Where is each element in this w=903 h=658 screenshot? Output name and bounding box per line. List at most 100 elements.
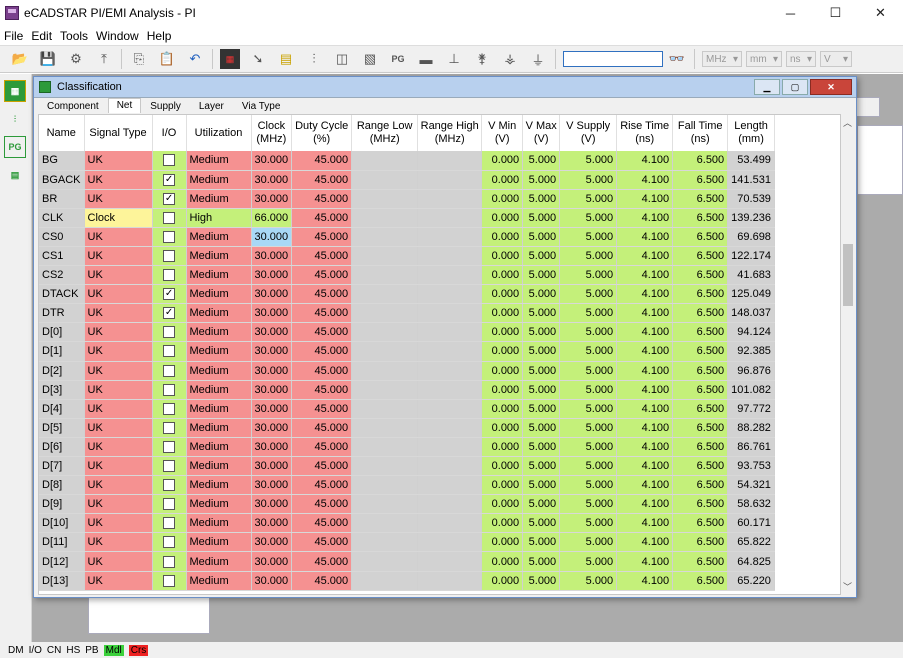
close-button[interactable]: ✕ — [858, 0, 903, 26]
io-checkbox[interactable] — [163, 536, 176, 549]
cell-clock[interactable]: 30.000 — [251, 151, 293, 171]
table-row[interactable]: CS0 UK Medium 30.000 45.000 0.000 5.000 5.000 4.… — [39, 227, 775, 247]
table-row[interactable]: BR UK ✓ Medium 30.000 45.000 0.000 5.000 5.000 4.… — [39, 189, 775, 209]
cell-io[interactable] — [152, 475, 187, 496]
cell-name[interactable]: D[11] — [39, 532, 85, 553]
export-icon[interactable]: ⤒ — [94, 49, 114, 69]
cell-io[interactable]: ✓ — [152, 303, 187, 324]
cell-range-high[interactable] — [417, 513, 483, 534]
dialog-title-bar[interactable]: Classification ▁ ▢ ✕ — [34, 77, 856, 98]
column-header-rise-time[interactable]: Rise Time (ns) — [616, 115, 674, 151]
undo-icon[interactable]: ↶ — [185, 49, 205, 69]
cell-v-min[interactable]: 0.000 — [481, 513, 524, 534]
cell-rise-time[interactable]: 4.100 — [616, 361, 674, 381]
io-checkbox[interactable] — [163, 574, 176, 587]
cell-signal-type[interactable]: UK — [84, 284, 153, 305]
cell-duty-cycle[interactable]: 45.000 — [291, 284, 353, 305]
cell-range-high[interactable] — [417, 208, 483, 228]
vertical-scrollbar[interactable]: ︿ ﹀ — [841, 114, 855, 595]
cell-fall-time[interactable]: 6.500 — [672, 341, 729, 362]
cell-rise-time[interactable]: 4.100 — [616, 494, 674, 515]
cell-name[interactable]: D[12] — [39, 551, 85, 572]
cell-io[interactable] — [152, 571, 187, 591]
chart-icon[interactable]: ⫶ — [4, 108, 26, 130]
grid-icon[interactable]: ▦ — [4, 80, 26, 102]
cell-v-min[interactable]: 0.000 — [481, 265, 524, 286]
cell-clock[interactable]: 30.000 — [251, 571, 293, 591]
cell-v-max[interactable]: 5.000 — [522, 513, 561, 534]
io-checkbox[interactable] — [163, 402, 176, 415]
io-checkbox[interactable] — [163, 230, 176, 243]
cell-duty-cycle[interactable]: 45.000 — [291, 189, 353, 209]
cell-range-high[interactable] — [417, 532, 483, 553]
unit-time-select[interactable]: ns ▾ — [786, 51, 816, 67]
cell-v-max[interactable]: 5.000 — [522, 208, 561, 228]
cell-v-max[interactable]: 5.000 — [522, 265, 561, 286]
cell-v-supply[interactable]: 5.000 — [559, 494, 618, 515]
table-row[interactable]: D[11] UK Medium 30.000 45.000 0.000 5.000 5.000… — [39, 532, 775, 553]
cell-io[interactable] — [152, 380, 187, 400]
resistor-icon[interactable]: ⚶ — [500, 49, 520, 69]
table-row[interactable]: BG UK Medium 30.000 45.000 0.000 5.000 5.000 4.1… — [39, 151, 775, 171]
cell-utilization[interactable]: Medium — [186, 265, 252, 286]
cell-range-high[interactable] — [417, 303, 483, 324]
cell-clock[interactable]: 30.000 — [251, 284, 293, 305]
cell-fall-time[interactable]: 6.500 — [672, 322, 729, 343]
io-checkbox[interactable]: ✓ — [163, 307, 176, 320]
cell-io[interactable] — [152, 513, 187, 534]
cell-v-min[interactable]: 0.000 — [481, 361, 524, 381]
cell-length[interactable]: 141.531 — [727, 170, 775, 190]
cell-range-high[interactable] — [417, 418, 483, 438]
cell-utilization[interactable]: Medium — [186, 361, 252, 381]
table-row[interactable]: D[5] UK Medium 30.000 45.000 0.000 5.000 5.000 4… — [39, 418, 775, 438]
column-header-fall-time[interactable]: Fall Time (ns) — [672, 115, 729, 151]
save-icon[interactable]: 💾 — [38, 49, 58, 69]
cell-rise-time[interactable]: 4.100 — [616, 246, 674, 267]
cell-clock[interactable]: 30.000 — [251, 399, 293, 419]
cell-io[interactable] — [152, 151, 187, 171]
cell-v-supply[interactable]: 5.000 — [559, 322, 618, 343]
cell-fall-time[interactable]: 6.500 — [672, 532, 729, 553]
cell-v-min[interactable]: 0.000 — [481, 341, 524, 362]
table-row[interactable]: D[0] UK Medium 30.000 45.000 0.000 5.000 5.000 4… — [39, 322, 775, 343]
cell-utilization[interactable]: Medium — [186, 189, 252, 209]
search-input[interactable] — [563, 51, 663, 67]
cell-utilization[interactable]: High — [186, 208, 252, 228]
cell-name[interactable]: D[10] — [39, 513, 85, 534]
cell-signal-type[interactable]: UK — [84, 399, 153, 419]
tab-net[interactable]: Net — [107, 98, 142, 113]
io-checkbox[interactable] — [163, 498, 176, 511]
cell-signal-type[interactable]: UK — [84, 456, 153, 477]
layer-icon[interactable]: ◫ — [332, 49, 352, 69]
cell-duty-cycle[interactable]: 45.000 — [291, 571, 353, 591]
cell-utilization[interactable]: Medium — [186, 494, 252, 515]
cell-v-supply[interactable]: 5.000 — [559, 341, 618, 362]
table-row[interactable]: D[7] UK Medium 30.000 45.000 0.000 5.000 5.000 4… — [39, 456, 775, 477]
cell-range-low[interactable] — [351, 284, 419, 305]
table-row[interactable]: D[9] UK Medium 30.000 45.000 0.000 5.000 5.000 4… — [39, 494, 775, 515]
cell-range-high[interactable] — [417, 551, 483, 572]
cell-signal-type[interactable]: UK — [84, 189, 153, 209]
cell-v-max[interactable]: 5.000 — [522, 361, 561, 381]
cell-io[interactable] — [152, 361, 187, 381]
cell-duty-cycle[interactable]: 45.000 — [291, 208, 353, 228]
cell-v-max[interactable]: 5.000 — [522, 437, 561, 458]
cell-range-low[interactable] — [351, 361, 419, 381]
cell-io[interactable] — [152, 456, 187, 477]
cell-duty-cycle[interactable]: 45.000 — [291, 532, 353, 553]
dialog-close-button[interactable]: ✕ — [810, 79, 852, 95]
cell-range-high[interactable] — [417, 170, 483, 190]
cell-rise-time[interactable]: 4.100 — [616, 265, 674, 286]
column-header-v-min[interactable]: V Min (V) — [481, 115, 524, 151]
cell-utilization[interactable]: Medium — [186, 418, 252, 438]
cell-name[interactable]: D[2] — [39, 361, 85, 381]
table-row[interactable]: BGACK UK ✓ Medium 30.000 45.000 0.000 5.000 5.00… — [39, 170, 775, 190]
cell-v-min[interactable]: 0.000 — [481, 208, 524, 228]
table-row[interactable]: D[1] UK Medium 30.000 45.000 0.000 5.000 5.000 4… — [39, 341, 775, 362]
cell-signal-type[interactable]: UK — [84, 513, 153, 534]
cell-rise-time[interactable]: 4.100 — [616, 571, 674, 591]
cell-signal-type[interactable]: UK — [84, 265, 153, 286]
io-checkbox[interactable] — [163, 250, 176, 263]
pg-icon[interactable]: PG — [388, 49, 408, 69]
cell-v-max[interactable]: 5.000 — [522, 303, 561, 324]
